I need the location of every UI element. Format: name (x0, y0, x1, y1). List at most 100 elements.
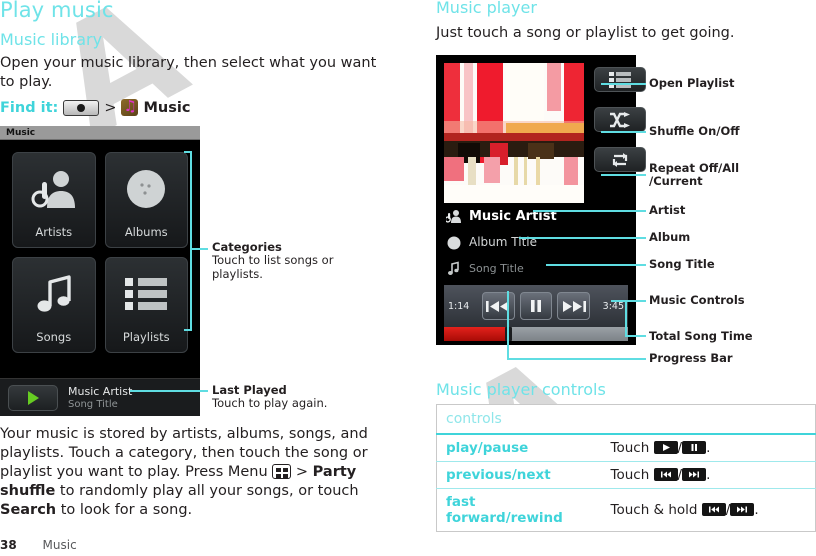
category-tile-albums[interactable]: Albums (104, 152, 188, 248)
leader-album (519, 237, 646, 239)
album-disc-icon (106, 153, 188, 225)
music-library-intro: Open your music library, then select wha… (0, 55, 377, 90)
status-bar-title: Music (6, 127, 36, 138)
callout-progress-bar: Progress Bar (649, 351, 733, 365)
next-icon[interactable] (682, 468, 707, 481)
category-tile-playlists[interactable]: Playlists (104, 257, 188, 353)
category-tile-songs[interactable]: Songs (12, 257, 96, 353)
callout-shuffle: Shuffle On/Off (649, 124, 740, 138)
body-part-3: to randomly play all your songs, or touc… (55, 483, 359, 499)
player-song: Song Title (469, 261, 524, 275)
callout-song-title: Song Title (649, 257, 715, 271)
find-it-label: Find it: (0, 99, 59, 116)
play-icon[interactable] (653, 441, 678, 454)
row-action-ff-rewind: Touch & hold / . (601, 488, 816, 532)
home-key-icon[interactable] (63, 99, 100, 116)
table-row: previous/next Touch / . (436, 461, 816, 489)
table-header-controls: controls (436, 404, 816, 435)
row-action-play-pause: Touch / . (601, 434, 816, 462)
artist-icon (446, 209, 461, 223)
body-part-2: > (291, 464, 313, 480)
music-controls-table: controls play/pause Touch / . previous/n… (436, 404, 816, 532)
leader-repeat (601, 174, 646, 176)
shuffle-button[interactable] (594, 107, 646, 132)
pause-icon[interactable] (682, 441, 707, 454)
category-label: Songs (36, 330, 72, 344)
callout-artist: Artist (649, 203, 686, 217)
music-library-screenshot: Music Artists Albums Songs Playlists Mus… (0, 126, 200, 416)
row-name-ff-rewind: fast forward/rewind (436, 488, 602, 532)
music-player-screenshot: Music Artist Album Title Song Title 1:14 (436, 55, 646, 345)
body-bold-search: Search (0, 502, 57, 518)
album-disc-icon (447, 236, 461, 249)
leader-music-controls (611, 300, 646, 302)
footer-section-label: Music (42, 538, 77, 552)
next-icon[interactable] (730, 503, 755, 516)
open-playlist-button[interactable] (594, 67, 646, 92)
total-time: 3:45 (602, 300, 624, 312)
play-icon[interactable] (8, 384, 58, 411)
playlist-icon (106, 258, 188, 330)
category-label: Albums (124, 225, 168, 239)
music-library-body: Your music is stored by artists, albums,… (0, 425, 390, 520)
screenshot-status-bar: Music (0, 126, 200, 140)
progress-bar[interactable] (444, 327, 628, 341)
music-note-icon (448, 260, 459, 275)
music-controls-bar: 1:14 3:45 (444, 285, 628, 327)
action-post: . (706, 467, 711, 483)
action-text: Touch & hold (610, 502, 698, 518)
category-tile-artists[interactable]: Artists (12, 152, 96, 248)
pause-button[interactable] (519, 292, 553, 320)
page-title: Play music (0, 0, 114, 22)
leader-song-title (546, 264, 646, 266)
action-text: Touch (610, 440, 650, 456)
leader-total-time-v (625, 300, 627, 335)
callout-total-song-time: Total Song Time (649, 329, 753, 343)
leader-progress-h (507, 358, 646, 360)
previous-icon[interactable] (701, 503, 726, 516)
categories-leader-top (184, 151, 192, 153)
last-played-leader (130, 390, 208, 392)
next-button[interactable] (557, 292, 591, 320)
manual-page: A A Play music Music library Open your m… (0, 0, 816, 556)
body-part-4: to look for a song. (56, 502, 193, 518)
menu-key-icon[interactable] (272, 464, 292, 479)
categories-leader-bracket (190, 151, 192, 331)
find-it-row: Find it: > Music (0, 99, 190, 116)
callout-last-played: Last Played Touch to play again. (212, 384, 352, 411)
music-player-heading: Music player (436, 0, 537, 17)
previous-button[interactable] (482, 292, 515, 320)
progress-fill (444, 327, 509, 341)
leader-shuffle (601, 131, 646, 133)
last-played-bar[interactable]: Music Artist Song Title (0, 378, 200, 416)
leader-progress-v (507, 291, 509, 359)
categories-leader-stub (190, 248, 208, 250)
table-row: play/pause Touch / . (436, 434, 816, 462)
last-played-artist: Music Artist (68, 384, 133, 398)
row-action-previous-next: Touch / . (601, 461, 816, 489)
music-player-intro: Just touch a song or playlist to get goi… (436, 25, 735, 41)
last-played-meta: Music Artist Song Title (68, 385, 132, 411)
find-it-separator: > (104, 99, 117, 116)
controls-table-heading: Music player controls (436, 380, 606, 399)
last-played-song: Song Title (68, 398, 118, 410)
previous-icon[interactable] (653, 468, 678, 481)
leader-open-playlist (601, 83, 646, 85)
action-text: Touch (610, 467, 650, 483)
album-row[interactable]: Album Title (444, 229, 628, 255)
row-name-play-pause: play/pause (436, 434, 602, 462)
categories-leader-bottom (184, 329, 192, 331)
artist-row[interactable]: Music Artist (444, 203, 628, 229)
leader-total-time-h (625, 335, 646, 337)
repeat-button[interactable] (594, 147, 646, 172)
music-app-icon[interactable] (121, 99, 139, 116)
leader-artist (533, 210, 646, 212)
page-footer: 38 Music (0, 538, 77, 552)
find-it-app-label: Music (143, 99, 191, 116)
row-name-previous-next: previous/next (436, 461, 602, 489)
song-row[interactable]: Song Title (444, 255, 628, 281)
category-label: Artists (35, 225, 73, 239)
callout-repeat: Repeat Off/All /Current (649, 161, 740, 188)
table-header-row: controls (436, 404, 816, 435)
elapsed-time: 1:14 (448, 300, 470, 312)
